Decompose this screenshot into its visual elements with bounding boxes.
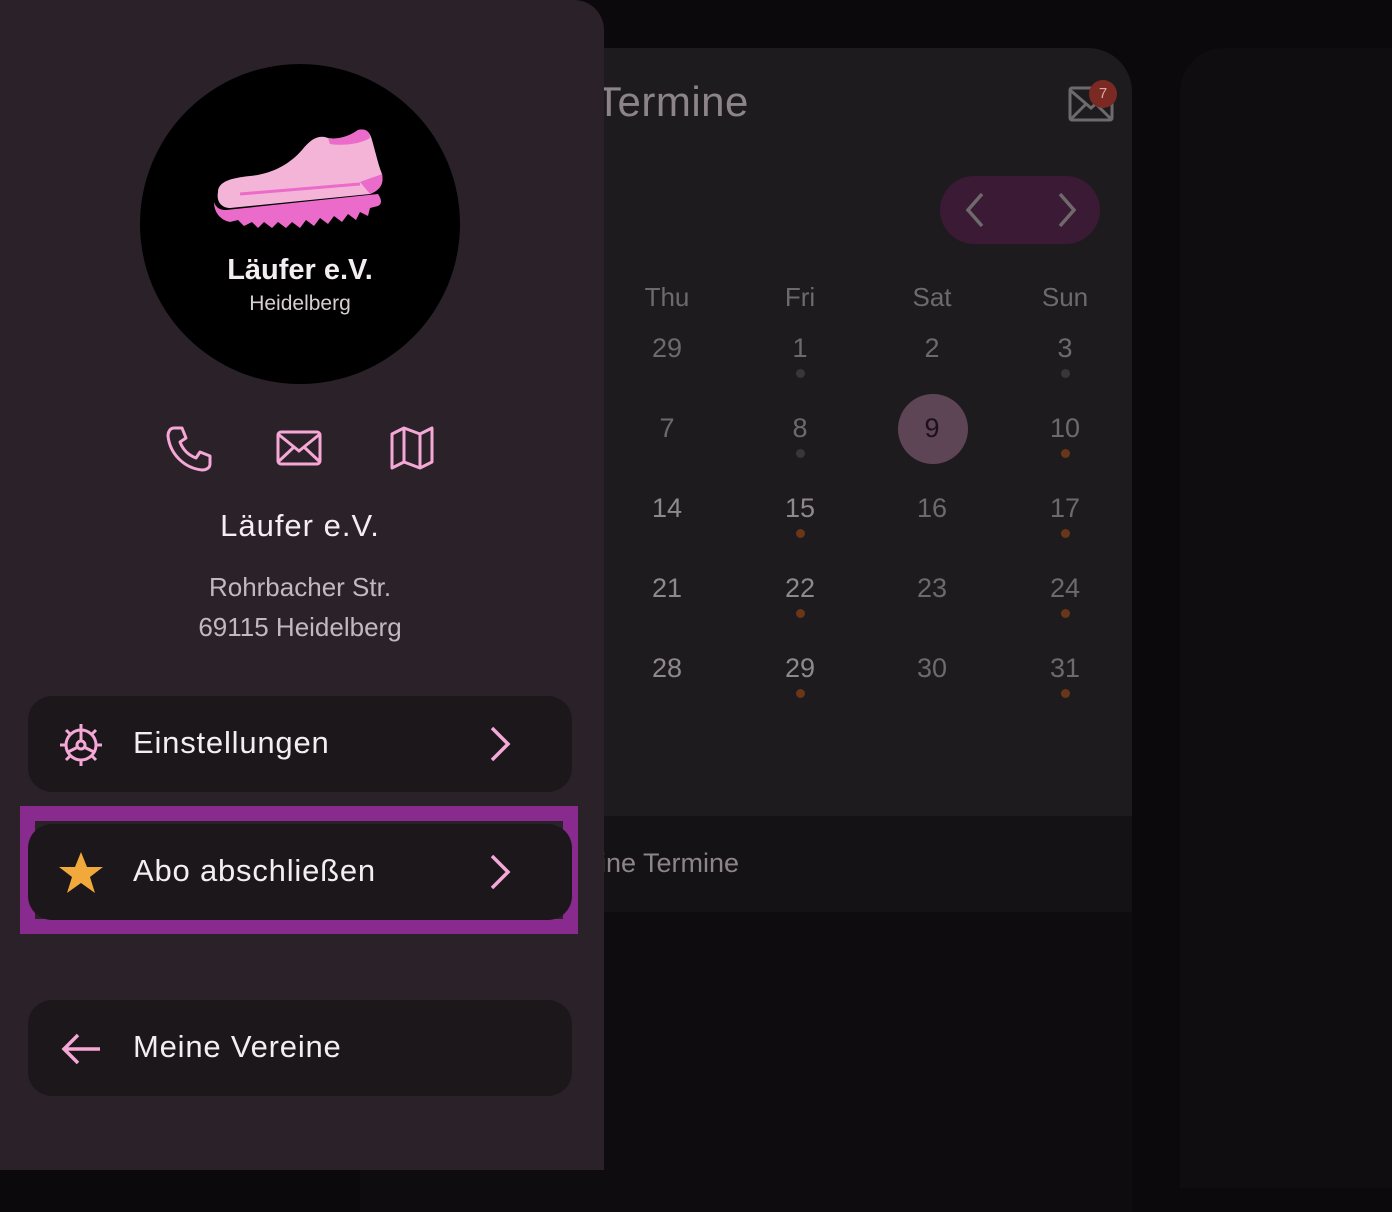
running-shoe-icon: [214, 129, 383, 228]
chevron-right-icon: [490, 854, 511, 890]
calendar-day[interactable]: 22: [760, 573, 840, 604]
chevron-right-icon: [490, 726, 511, 762]
prev-month-button[interactable]: [956, 190, 996, 230]
weekday-fri: Fri: [784, 282, 816, 312]
event-dot: [796, 529, 805, 538]
address-street: Rohrbacher Str.: [208, 572, 392, 602]
phone-icon[interactable]: [164, 424, 212, 472]
calendar-day[interactable]: 29: [760, 653, 840, 684]
navigation-drawer: Läufer e.V. Heidelberg Läufer e.V. Rohrb…: [0, 0, 604, 1170]
arrow-left-icon: [61, 1033, 100, 1065]
settings-button[interactable]: Einstellungen: [28, 696, 572, 792]
event-dot: [1061, 369, 1070, 378]
calendar-day[interactable]: 10: [1025, 413, 1105, 444]
calendar-day[interactable]: 30: [892, 653, 972, 684]
club-name: Läufer e.V.: [220, 508, 380, 543]
logo-club-name: Läufer e.V.: [227, 254, 373, 286]
mail-icon[interactable]: [275, 424, 323, 472]
background-panel: [1180, 48, 1392, 1188]
subscribe-label: Abo abschließen: [133, 853, 376, 888]
event-dot: [796, 449, 805, 458]
calendar-day[interactable]: 8: [760, 413, 840, 444]
event-dot: [1061, 689, 1070, 698]
calendar-day-selected[interactable]: 9: [892, 413, 972, 444]
calendar-day[interactable]: 24: [1025, 573, 1105, 604]
weekday-sat: Sat: [912, 282, 952, 312]
event-dot: [1061, 449, 1070, 458]
calendar-day[interactable]: 17: [1025, 493, 1105, 524]
event-list-label: ine Termine: [600, 848, 740, 878]
calendar-day[interactable]: 29: [627, 333, 707, 364]
club-logo: Läufer e.V. Heidelberg: [140, 64, 460, 384]
next-month-button[interactable]: [1046, 190, 1086, 230]
event-dot: [796, 689, 805, 698]
event-dot: [1061, 609, 1070, 618]
event-dot: [796, 369, 805, 378]
my-clubs-label: Meine Vereine: [133, 1029, 342, 1064]
event-dot: [796, 609, 805, 618]
calendar-day[interactable]: 23: [892, 573, 972, 604]
calendar-day[interactable]: 28: [627, 653, 707, 684]
map-icon[interactable]: [388, 424, 436, 472]
address-city: 69115 Heidelberg: [198, 612, 402, 642]
event-dot: [1061, 529, 1070, 538]
calendar-day[interactable]: 7: [627, 413, 707, 444]
page-title: Termine: [596, 78, 749, 125]
star-icon: [59, 852, 103, 893]
settings-label: Einstellungen: [133, 725, 330, 760]
calendar-day[interactable]: 31: [1025, 653, 1105, 684]
calendar-day[interactable]: 14: [627, 493, 707, 524]
settings-icon: [60, 724, 102, 766]
my-clubs-button[interactable]: Meine Vereine: [28, 1000, 572, 1096]
unread-badge: 7: [1089, 80, 1117, 108]
weekday-sun: Sun: [1041, 282, 1089, 312]
calendar-day[interactable]: 3: [1025, 333, 1105, 364]
logo-club-city: Heidelberg: [249, 292, 351, 315]
calendar-day[interactable]: 1: [760, 333, 840, 364]
subscribe-button[interactable]: Abo abschließen: [28, 824, 572, 920]
calendar-day[interactable]: 2: [892, 333, 972, 364]
calendar-day[interactable]: 15: [760, 493, 840, 524]
calendar-day[interactable]: 21: [627, 573, 707, 604]
weekday-thu: Thu: [644, 282, 690, 312]
calendar-day[interactable]: 16: [892, 493, 972, 524]
month-navigation: [940, 176, 1100, 244]
